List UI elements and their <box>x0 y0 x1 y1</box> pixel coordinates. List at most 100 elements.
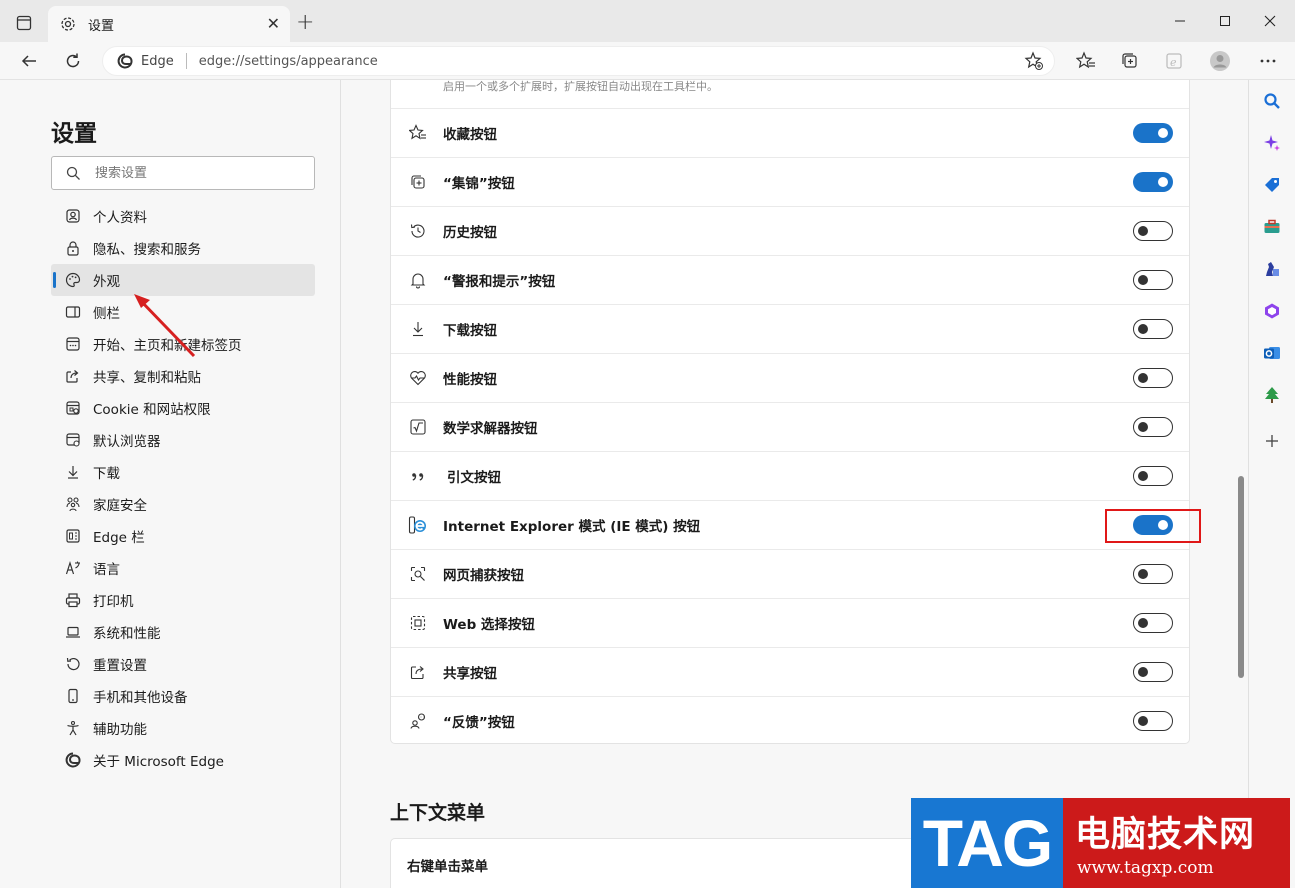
palette-icon <box>64 271 82 289</box>
sidebar-item-system[interactable]: 系统和性能 <box>51 616 315 648</box>
tools-briefcase-icon[interactable] <box>1261 216 1283 238</box>
maximize-button[interactable] <box>1205 8 1245 34</box>
search-input[interactable] <box>95 165 295 181</box>
tab-actions-button[interactable] <box>10 12 38 34</box>
close-icon <box>1264 15 1276 27</box>
sidebar-item-profiles[interactable]: 个人资料 <box>51 200 315 232</box>
url-text[interactable]: edge://settings/appearance <box>199 54 378 69</box>
star-add-icon <box>1024 51 1043 70</box>
sidebar-item-downloads[interactable]: 下载 <box>51 456 315 488</box>
setting-label: 下载按钮 <box>443 323 497 339</box>
sidebar-item-label: 个人资料 <box>93 210 147 226</box>
setting-row: Internet Explorer 模式 (IE 模式) 按钮 <box>391 500 1201 549</box>
lock-icon <box>64 239 82 257</box>
favorites-button[interactable] <box>1072 48 1100 74</box>
add-favorite-button[interactable] <box>1024 51 1044 75</box>
tab-title: 设置 <box>88 18 115 34</box>
sidebar-item-reset[interactable]: 重置设置 <box>51 648 315 680</box>
sidebar-item-sidebar[interactable]: 侧栏 <box>51 296 315 328</box>
sidebar-item-languages[interactable]: 语言 <box>51 552 315 584</box>
setting-row: “警报和提示”按钮 <box>391 255 1189 304</box>
setting-label: 历史按钮 <box>443 225 497 241</box>
math-solver-button-toggle[interactable] <box>1133 417 1173 437</box>
sidebar-item-family-safety[interactable]: 家庭安全 <box>51 488 315 520</box>
more-menu-button[interactable] <box>1254 48 1282 74</box>
games-chess-icon[interactable] <box>1261 258 1283 280</box>
edge-logo-icon <box>117 53 133 69</box>
web-capture-icon <box>408 564 428 584</box>
feedback-button-toggle[interactable] <box>1133 711 1173 731</box>
maximize-icon <box>1220 16 1230 26</box>
title-bar: 设置 ✕ + <box>0 0 1295 42</box>
sidebar-item-share-copy[interactable]: 共享、复制和粘贴 <box>51 360 315 392</box>
web-capture-button-toggle[interactable] <box>1133 564 1173 584</box>
shopping-tag-icon[interactable] <box>1261 174 1283 196</box>
settings-search[interactable] <box>51 156 315 190</box>
sidebar-item-label: 重置设置 <box>93 658 147 674</box>
context-menu-section-title: 上下文菜单 <box>390 802 486 824</box>
scrollbar[interactable] <box>1238 476 1244 678</box>
sidebar-item-privacy[interactable]: 隐私、搜索和服务 <box>51 232 315 264</box>
toolbar: Edge edge://settings/appearance e <box>0 42 1295 80</box>
watermark: TAG 电脑技术网 www.tagxp.com <box>911 798 1290 888</box>
sidebar-item-default-browser[interactable]: 默认浏览器 <box>51 424 315 456</box>
setting-label: 引文按钮 <box>447 470 501 486</box>
profile-button[interactable] <box>1206 48 1234 74</box>
sidebar-item-cookies[interactable]: Cookie 和网站权限 <box>51 392 315 424</box>
citations-button-toggle[interactable] <box>1133 466 1173 486</box>
sidebar-item-accessibility[interactable]: 辅助功能 <box>51 712 315 744</box>
address-bar[interactable]: Edge edge://settings/appearance <box>102 46 1055 76</box>
phone-icon <box>64 687 82 705</box>
sidebar-item-edge-bar[interactable]: Edge 栏 <box>51 520 315 552</box>
sidebar-item-label: Edge 栏 <box>93 530 145 546</box>
alerts-button-toggle[interactable] <box>1133 270 1173 290</box>
more-icon <box>1260 59 1276 63</box>
outlook-icon[interactable] <box>1261 342 1283 364</box>
sidebar-item-printers[interactable]: 打印机 <box>51 584 315 616</box>
collections-button[interactable] <box>1116 48 1144 74</box>
profile-icon <box>64 207 82 225</box>
history-button-toggle[interactable] <box>1133 221 1173 241</box>
back-button[interactable] <box>15 48 43 74</box>
settings-sidebar: 设置 个人资料 隐私、搜索和服务 外观 侧栏 开始、主页和新建标签页 共享、复制… <box>0 80 341 888</box>
tab-close-button[interactable]: ✕ <box>267 16 280 32</box>
sidebar-item-label: 默认浏览器 <box>93 434 161 450</box>
close-window-button[interactable] <box>1250 8 1290 34</box>
sidebar-item-label: 隐私、搜索和服务 <box>93 242 201 258</box>
setting-row: 性能按钮 <box>391 353 1189 402</box>
watermark-url: www.tagxp.com <box>1077 858 1214 878</box>
sidebar-item-label: 外观 <box>93 274 120 290</box>
downloads-button-toggle[interactable] <box>1133 319 1173 339</box>
favorites-icon <box>1076 51 1095 69</box>
favorites-icon <box>408 123 428 143</box>
performance-button-toggle[interactable] <box>1133 368 1173 388</box>
browser-icon <box>64 431 82 449</box>
add-icon[interactable] <box>1261 430 1283 452</box>
tree-icon[interactable] <box>1261 384 1283 406</box>
right-click-menu-label[interactable]: 右键单击菜单 <box>407 855 488 875</box>
laptop-icon <box>64 623 82 641</box>
sidebar-item-appearance[interactable]: 外观 <box>51 264 315 296</box>
sidebar-item-phone[interactable]: 手机和其他设备 <box>51 680 315 712</box>
ie-mode-button[interactable]: e <box>1160 48 1188 74</box>
office-icon[interactable] <box>1261 300 1283 322</box>
search-icon[interactable] <box>1261 90 1283 112</box>
setting-label: “反馈”按钮 <box>443 715 515 731</box>
sidebar-item-start-home[interactable]: 开始、主页和新建标签页 <box>51 328 315 360</box>
share-icon <box>408 662 428 682</box>
favorites-button-toggle[interactable] <box>1133 123 1173 143</box>
refresh-button[interactable] <box>59 48 87 74</box>
watermark-tag-text: TAG <box>922 806 1053 880</box>
setting-label: Internet Explorer 模式 (IE 模式) 按钮 <box>443 519 701 535</box>
new-tab-button[interactable]: + <box>296 12 314 34</box>
setting-label: “集锦”按钮 <box>443 176 515 192</box>
setting-label: 数学求解器按钮 <box>443 421 538 437</box>
web-select-button-toggle[interactable] <box>1133 613 1173 633</box>
sidebar-item-about[interactable]: 关于 Microsoft Edge <box>51 744 315 776</box>
settings-nav-list: 个人资料 隐私、搜索和服务 外观 侧栏 开始、主页和新建标签页 共享、复制和粘贴… <box>51 200 315 776</box>
share-button-toggle[interactable] <box>1133 662 1173 682</box>
collections-button-toggle[interactable] <box>1133 172 1173 192</box>
minimize-button[interactable] <box>1160 8 1200 34</box>
tab-settings[interactable]: 设置 ✕ <box>48 6 290 42</box>
copilot-sparkle-icon[interactable] <box>1261 132 1283 154</box>
